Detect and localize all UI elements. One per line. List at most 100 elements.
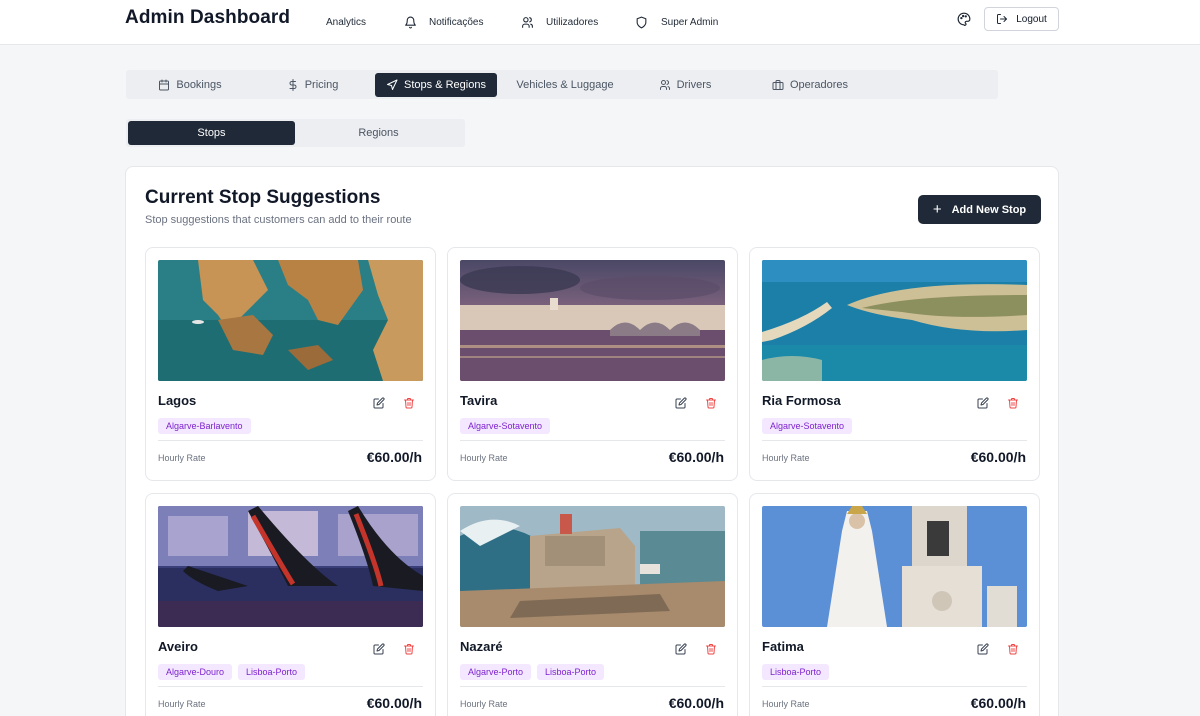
tab-pricing[interactable]: Pricing [254,73,371,97]
tab-bookings-label: Bookings [176,79,222,91]
stop-name: Lagos [158,393,197,408]
region-tag: Algarve-Barlavento [158,418,251,434]
tab-vehicles-luggage-label: Vehicles & Luggage [516,79,614,91]
edit-icon[interactable] [675,397,687,409]
calendar-icon [159,79,170,91]
region-tag: Algarve-Sotavento [460,418,551,434]
nav-super-admin-label: Super Admin [661,16,719,28]
nav-users[interactable]: Utilizadores [521,12,598,32]
stop-name: Ria Formosa [762,393,841,408]
region-tag: Lisboa-Porto [537,664,605,680]
region-tag: Lisboa-Porto [238,664,306,680]
trash-icon[interactable] [403,397,415,409]
edit-icon[interactable] [373,643,385,655]
plus-icon: + [932,201,942,218]
nav-analytics-label: Analytics [326,16,367,28]
stop-image [158,506,423,627]
stop-card: Aveiro Algarve-Douro Lisboa-Porto Hourly… [145,493,436,716]
trash-icon[interactable] [1007,643,1019,655]
stop-tags: Algarve-Sotavento [460,418,551,434]
trash-icon[interactable] [705,397,717,409]
add-new-stop-label: Add New Stop [951,203,1027,216]
region-tag: Lisboa-Porto [762,664,830,680]
stop-card: Nazaré Algarve-Porto Lisboa-Porto Hourly… [447,493,738,716]
rate-label: Hourly Rate [158,699,206,709]
stop-name: Nazaré [460,639,503,654]
region-tag: Algarve-Sotavento [762,418,853,434]
rate-value: €60.00/h [668,695,724,711]
stop-card: Tavira Algarve-Sotavento Hourly Rate €60… [447,247,738,481]
stop-image [762,260,1027,381]
edit-icon[interactable] [373,397,385,409]
region-tag: Algarve-Douro [158,664,233,680]
stop-card: Ria Formosa Algarve-Sotavento Hourly Rat… [749,247,1040,481]
tab-operadores[interactable]: Operadores [749,73,871,97]
region-tag: Algarve-Porto [460,664,532,680]
subtab-regions[interactable]: Regions [295,121,462,145]
tab-operadores-label: Operadores [789,79,849,91]
stop-image [762,506,1027,627]
divider [460,440,725,441]
divider [158,686,423,687]
rate-value: €60.00/h [668,449,724,465]
sub-tabs: Stops Regions [126,119,465,147]
dollar-icon [289,79,297,91]
nav-super-admin[interactable]: Super Admin [635,12,718,32]
top-navbar: Admin Dashboard Analytics Notificações U… [0,0,1200,45]
rate-value: €60.00/h [366,449,422,465]
nav-notifications[interactable]: Notificações [404,12,483,32]
stop-card: Lagos Algarve-Barlavento Hourly Rate €60… [145,247,436,481]
subtab-stops[interactable]: Stops [128,121,295,145]
stop-image [158,260,423,381]
edit-icon[interactable] [977,643,989,655]
add-new-stop-button[interactable]: + Add New Stop [918,195,1041,224]
stop-name: Tavira [460,393,498,408]
stop-name: Aveiro [158,639,198,654]
briefcase-icon [772,80,784,90]
stop-tags: Algarve-Sotavento [762,418,853,434]
edit-icon[interactable] [675,643,687,655]
nav-notifications-label: Notificações [429,16,484,28]
navigation-icon [387,79,398,90]
tab-drivers-label: Drivers [676,79,712,91]
nav-analytics[interactable]: Analytics [326,12,366,32]
stop-tags: Algarve-Douro Lisboa-Porto [158,664,306,680]
rate-value: €60.00/h [970,695,1026,711]
stop-card: Fatima Lisboa-Porto Hourly Rate €60.00/h [749,493,1040,716]
nav-users-label: Utilizadores [546,16,599,28]
users-icon [659,80,670,90]
logout-icon [997,14,1008,24]
trash-icon[interactable] [1007,397,1019,409]
bell-icon [405,16,416,28]
logout-button[interactable]: Logout [984,7,1059,31]
tab-pricing-label: Pricing [304,79,339,91]
shield-icon [636,16,647,28]
tab-stops-regions[interactable]: Stops & Regions [375,73,497,97]
rate-label: Hourly Rate [460,453,508,463]
rate-value: €60.00/h [366,695,422,711]
stop-image [460,506,725,627]
rate-label: Hourly Rate [762,699,810,709]
trash-icon[interactable] [705,643,717,655]
rate-label: Hourly Rate [762,453,810,463]
trash-icon[interactable] [403,643,415,655]
palette-icon[interactable] [957,12,971,26]
logout-label: Logout [1016,13,1047,25]
divider [762,440,1027,441]
stop-name: Fatima [762,639,804,654]
divider [460,686,725,687]
panel-title: Current Stop Suggestions [145,187,381,208]
edit-icon[interactable] [977,397,989,409]
tab-drivers[interactable]: Drivers [624,73,746,97]
stop-tags: Lisboa-Porto [762,664,830,680]
rate-value: €60.00/h [970,449,1026,465]
rate-label: Hourly Rate [460,699,508,709]
stop-tags: Algarve-Porto Lisboa-Porto [460,664,605,680]
main-tabs: Bookings Pricing Stops & Regions Vehicle… [126,70,998,99]
stops-panel: Current Stop Suggestions Stop suggestion… [125,166,1059,716]
divider [762,686,1027,687]
tab-bookings[interactable]: Bookings [129,73,251,97]
tab-vehicles-luggage[interactable]: Vehicles & Luggage [501,73,629,97]
tab-stops-regions-label: Stops & Regions [404,79,486,91]
panel-subtitle: Stop suggestions that customers can add … [145,214,412,226]
